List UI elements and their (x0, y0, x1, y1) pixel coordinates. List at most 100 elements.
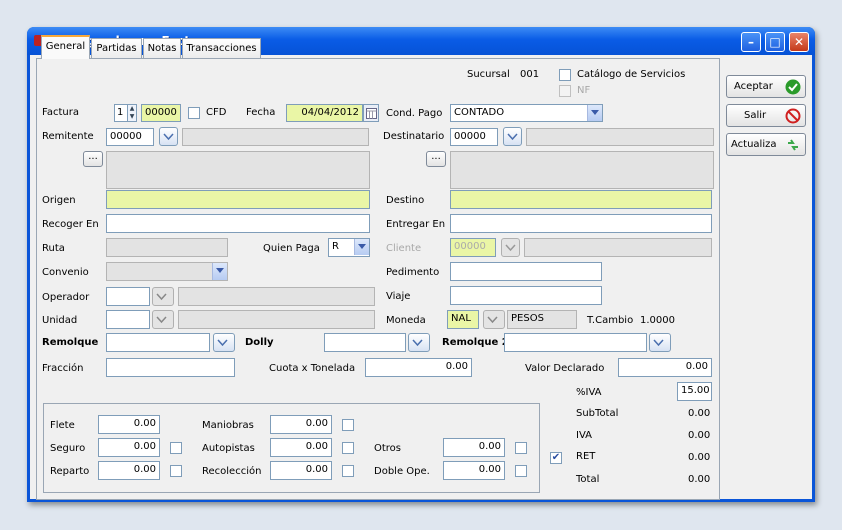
cfd-checkbox[interactable] (188, 107, 200, 119)
dolly-lookup-button[interactable] (408, 333, 430, 352)
recoger-label: Recoger En (42, 219, 99, 230)
maniobras-input[interactable]: 0.00 (270, 415, 332, 434)
origen-input[interactable] (106, 190, 370, 209)
minimize-button[interactable]: – (741, 32, 761, 52)
operador-lookup-button[interactable] (152, 287, 174, 306)
quien-paga-select[interactable]: R (328, 238, 370, 257)
maniobras-checkbox[interactable] (342, 419, 354, 431)
otros-input[interactable]: 0.00 (443, 438, 505, 457)
otros-checkbox[interactable] (515, 442, 527, 454)
fraccion-label: Fracción (42, 363, 84, 374)
valor-declarado-input[interactable]: 0.00 (618, 358, 712, 377)
remitente-label: Remitente (42, 131, 94, 142)
factura-serie-input[interactable]: 1 (114, 104, 128, 122)
recoleccion-input[interactable]: 0.00 (270, 461, 332, 480)
operador-code-input[interactable] (106, 287, 150, 306)
maximize-button[interactable]: □ (765, 32, 785, 52)
operador-label: Operador (42, 292, 90, 303)
fecha-input[interactable]: 04/04/2012 (286, 104, 363, 122)
chevron-down-icon (505, 244, 516, 252)
moneda-code-input[interactable]: NAL (447, 310, 479, 329)
remolque-input[interactable] (106, 333, 210, 352)
pedimento-input[interactable] (450, 262, 602, 281)
cond-pago-select[interactable]: CONTADO (450, 104, 603, 122)
iva-value: 0.00 (688, 430, 711, 441)
reparto-input[interactable]: 0.00 (98, 461, 160, 480)
remitente-more-button[interactable]: ... (83, 151, 103, 167)
remolque2-input[interactable] (504, 333, 647, 352)
unidad-code-input[interactable] (106, 310, 150, 329)
iva-pct-input[interactable]: 15.00 (677, 382, 712, 401)
entregar-label: Entregar En (386, 219, 446, 230)
quien-paga-value: R (332, 241, 339, 252)
ret-label: RET (576, 451, 596, 462)
catalogo-checkbox[interactable] (559, 69, 571, 81)
destino-label: Destino (386, 195, 425, 206)
nf-label: NF (577, 85, 591, 96)
dolly-input[interactable] (324, 333, 406, 352)
recoleccion-checkbox[interactable] (342, 465, 354, 477)
unidad-lookup-button[interactable] (152, 310, 174, 329)
cuota-input[interactable]: 0.00 (365, 358, 472, 377)
remitente-name-field (182, 128, 369, 146)
tcambio-value: 1.0000 (640, 315, 675, 326)
destinatario-more-button[interactable]: ... (426, 151, 446, 167)
tab-partidas[interactable]: Partidas (91, 38, 142, 58)
doble-ope-checkbox[interactable] (515, 465, 527, 477)
chevron-down-icon (212, 263, 227, 280)
sucursal-value: 001 (520, 69, 540, 80)
close-icon: ✕ (793, 35, 805, 49)
cliente-lookup-button[interactable] (501, 238, 520, 257)
viaje-input[interactable] (450, 286, 602, 305)
cond-pago-label: Cond. Pago (386, 108, 443, 119)
chevron-down-icon (354, 239, 369, 255)
destino-input[interactable] (450, 190, 712, 209)
salir-button[interactable]: Salir (726, 104, 806, 127)
cliente-code-input[interactable]: 00000 (450, 238, 496, 257)
dolly-label: Dolly (245, 337, 274, 348)
autopistas-checkbox[interactable] (342, 442, 354, 454)
actualiza-button[interactable]: Actualiza (726, 133, 806, 156)
tab-transacciones[interactable]: Transacciones (182, 38, 261, 58)
minimize-icon: – (748, 35, 754, 49)
chevron-down-icon (412, 339, 423, 347)
origen-label: Origen (42, 195, 76, 206)
seguro-checkbox[interactable] (170, 442, 182, 454)
doble-ope-label: Doble Ope. (374, 466, 430, 477)
remitente-code-input[interactable]: 00000 (106, 128, 154, 146)
entregar-input[interactable] (450, 214, 712, 233)
remolque-lookup-button[interactable] (213, 333, 235, 352)
destinatario-lookup-button[interactable] (503, 127, 522, 146)
recoger-input[interactable] (106, 214, 370, 233)
tab-general[interactable]: General (41, 35, 90, 59)
doble-ope-input[interactable]: 0.00 (443, 461, 505, 480)
reparto-checkbox[interactable] (170, 465, 182, 477)
convenio-select[interactable] (106, 262, 228, 281)
moneda-lookup-button[interactable] (483, 310, 505, 329)
destinatario-code-input[interactable]: 00000 (450, 128, 498, 146)
iva-label: IVA (576, 430, 592, 441)
chevron-down-icon (163, 133, 174, 141)
nf-checkbox[interactable] (559, 85, 571, 97)
ret-checkbox[interactable]: ✔ (550, 452, 562, 464)
chevron-down-icon (587, 105, 602, 121)
maniobras-label: Maniobras (202, 420, 254, 431)
fraccion-input[interactable] (106, 358, 235, 377)
factura-serie-spinner[interactable]: ▲ ▼ (127, 104, 137, 122)
remitente-lookup-button[interactable] (159, 127, 178, 146)
remolque2-lookup-button[interactable] (649, 333, 671, 352)
operador-name-field (178, 287, 375, 306)
sucursal-label: Sucursal (467, 69, 510, 80)
tab-notas[interactable]: Notas (143, 38, 181, 58)
iva-pct-label: %IVA (576, 387, 602, 398)
unidad-name-field (178, 310, 375, 329)
quien-paga-label: Quien Paga (263, 243, 320, 254)
seguro-input[interactable]: 0.00 (98, 438, 160, 457)
autopistas-input[interactable]: 0.00 (270, 438, 332, 457)
calendar-button[interactable] (363, 104, 379, 122)
aceptar-button[interactable]: Aceptar (726, 75, 806, 98)
close-button[interactable]: ✕ (789, 32, 809, 52)
factura-numero-input[interactable]: 00000 (141, 104, 181, 122)
flete-input[interactable]: 0.00 (98, 415, 160, 434)
otros-label: Otros (374, 443, 402, 454)
